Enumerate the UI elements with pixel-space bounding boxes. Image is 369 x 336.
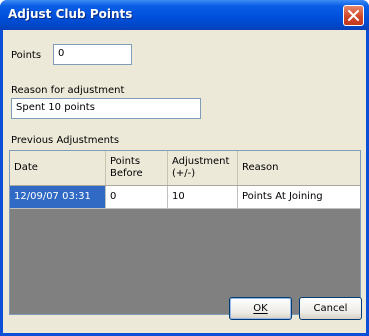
cell-date[interactable]: 12/09/07 03:31 bbox=[10, 186, 106, 208]
column-header-date[interactable]: Date bbox=[10, 151, 106, 185]
reason-input[interactable]: Spent 10 points bbox=[11, 98, 201, 119]
cell-points-before[interactable]: 0 bbox=[106, 186, 168, 208]
cancel-button-label: Cancel bbox=[313, 303, 348, 314]
points-input[interactable]: 0 bbox=[53, 44, 132, 65]
table-row[interactable]: 12/09/07 03:31 0 10 Points At Joining bbox=[10, 186, 360, 209]
close-icon bbox=[348, 10, 359, 21]
column-header-reason[interactable]: Reason bbox=[238, 151, 360, 185]
dialog-body: Points 0 Reason for adjustment Spent 10 … bbox=[3, 30, 366, 333]
grid-header: Date Points Before Adjustment (+/-) Reas… bbox=[10, 151, 360, 186]
ok-button[interactable]: OK bbox=[229, 297, 292, 320]
close-button[interactable] bbox=[343, 5, 364, 26]
window-title: Adjust Club Points bbox=[8, 7, 133, 21]
cancel-button[interactable]: Cancel bbox=[299, 297, 362, 320]
column-header-points-before[interactable]: Points Before bbox=[106, 151, 168, 185]
reason-label: Reason for adjustment bbox=[11, 85, 125, 96]
column-header-label: Adjustment (+/-) bbox=[172, 156, 230, 179]
cell-reason[interactable]: Points At Joining bbox=[238, 186, 360, 208]
cell-adjustment[interactable]: 10 bbox=[168, 186, 238, 208]
column-header-adjustment[interactable]: Adjustment (+/-) bbox=[168, 151, 238, 185]
ok-button-label: OK bbox=[253, 303, 268, 314]
title-bar[interactable]: Adjust Club Points bbox=[0, 0, 369, 30]
column-header-label: Date bbox=[14, 162, 38, 173]
column-header-label: Points Before bbox=[110, 156, 143, 179]
points-label: Points bbox=[11, 50, 42, 61]
previous-adjustments-label: Previous Adjustments bbox=[11, 135, 120, 146]
column-header-label: Reason bbox=[242, 162, 279, 173]
adjustments-grid[interactable]: Date Points Before Adjustment (+/-) Reas… bbox=[9, 150, 361, 315]
dialog-window: Adjust Club Points Points 0 Reason for a… bbox=[0, 0, 369, 336]
